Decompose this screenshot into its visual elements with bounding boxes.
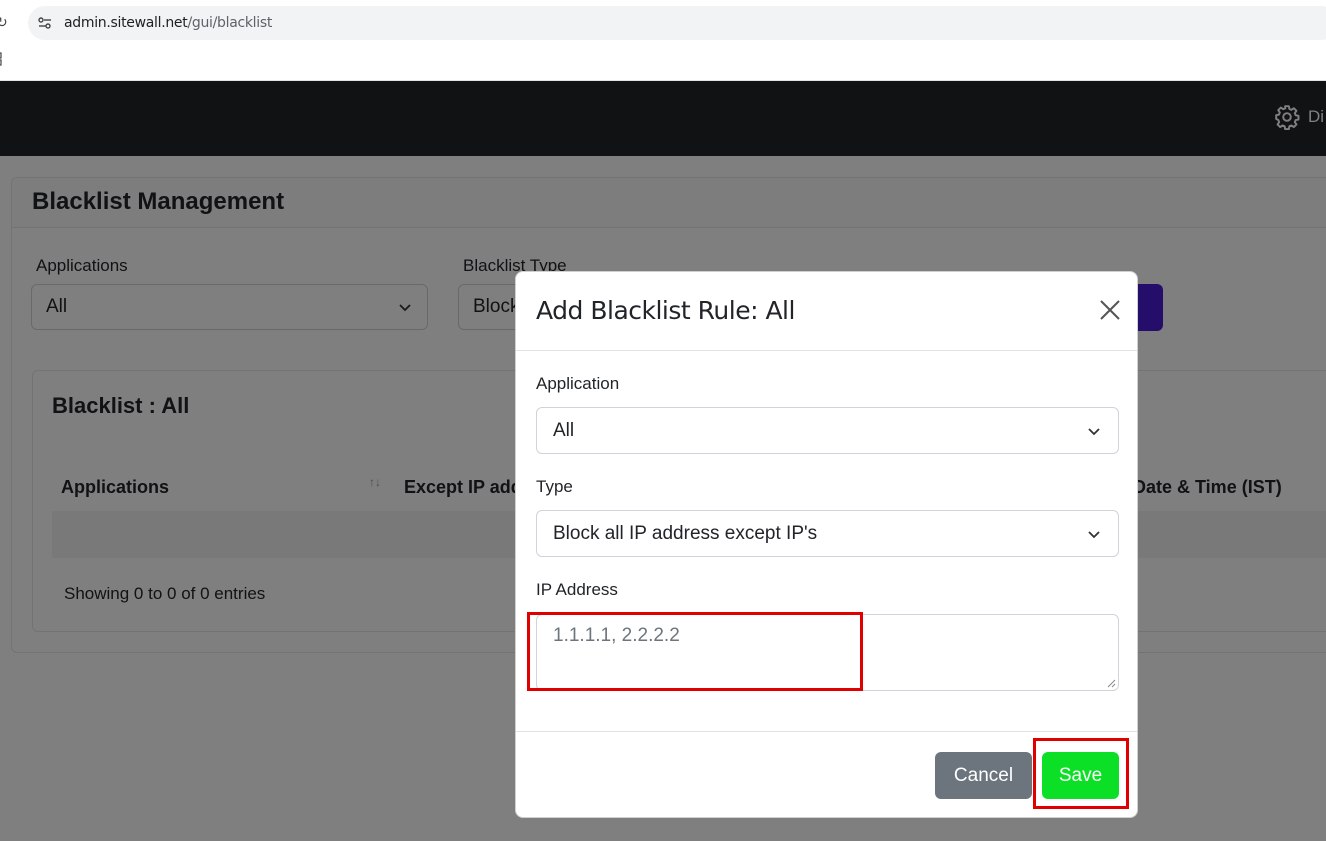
- ip-address-textarea[interactable]: 1.1.1.1, 2.2.2.2: [536, 614, 1119, 691]
- application-label: Application: [536, 374, 620, 393]
- type-value: Block all IP address except IP's: [553, 523, 818, 544]
- apps-grid-icon[interactable]: [0, 52, 6, 66]
- application-value: All: [553, 420, 575, 441]
- ip-address-value: 1.1.1.1, 2.2.2.2: [553, 625, 680, 646]
- type-select[interactable]: Block all IP address except IP's: [536, 510, 1119, 557]
- resize-grip-icon[interactable]: [1106, 678, 1116, 688]
- reload-icon[interactable]: ↻: [0, 13, 10, 31]
- site-info-icon[interactable]: [37, 15, 53, 31]
- address-bar[interactable]: admin.sitewall.net/gui/blacklist: [28, 6, 1326, 40]
- modal-title: Add Blacklist Rule: All: [536, 296, 795, 325]
- application-select[interactable]: All: [536, 407, 1119, 454]
- url-path: /gui/blacklist: [187, 15, 273, 31]
- type-label: Type: [536, 477, 573, 496]
- url-text[interactable]: admin.sitewall.net/gui/blacklist: [64, 14, 272, 32]
- add-blacklist-rule-modal: Add Blacklist Rule: All Application All …: [515, 271, 1138, 818]
- close-icon[interactable]: [1099, 299, 1121, 321]
- chevron-down-icon: [1088, 531, 1100, 539]
- url-host: admin.sitewall.net: [64, 15, 188, 31]
- cancel-button[interactable]: Cancel: [935, 752, 1032, 799]
- save-button[interactable]: Save: [1042, 752, 1119, 799]
- chevron-down-icon: [1088, 428, 1100, 436]
- modal-header: Add Blacklist Rule: All: [516, 272, 1137, 351]
- ip-address-label: IP Address: [536, 580, 618, 599]
- browser-toolbar: ↻ admin.sitewall.net/gui/blacklist: [0, 0, 1326, 81]
